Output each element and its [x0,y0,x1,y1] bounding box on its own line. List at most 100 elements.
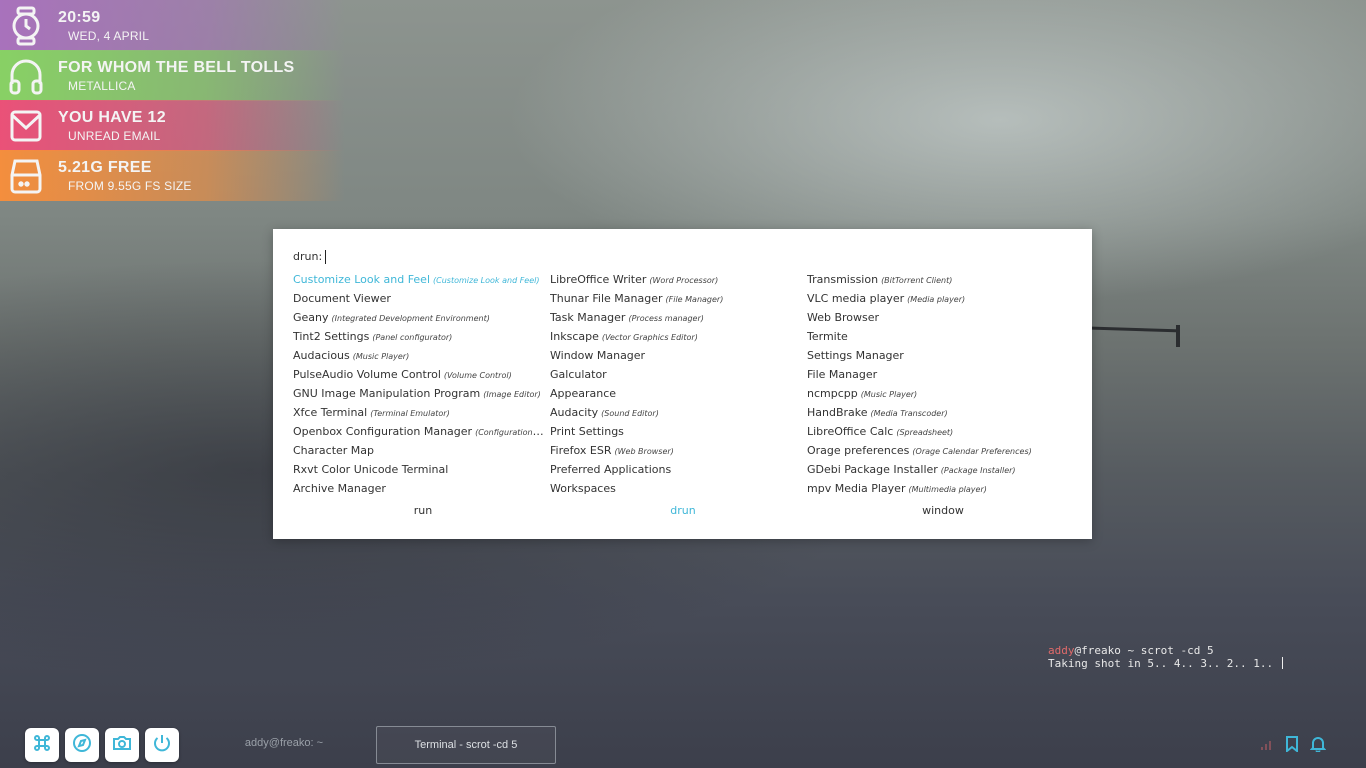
app-name: Customize Look and Feel [293,273,431,286]
app-name: ncmpcpp [807,387,858,400]
app-entry[interactable]: Character Map [293,441,550,460]
app-entry[interactable]: Task Manager (Process manager) [550,308,807,327]
app-entry[interactable]: Transmission (BitTorrent Client) [807,270,1064,289]
app-name: Inkscape [550,330,599,343]
app-entry[interactable]: Termite [807,327,1064,346]
app-comment: (Word Processor) [649,276,719,285]
app-comment: (Sound Editor) [601,409,659,418]
bookmark-icon[interactable] [1283,735,1301,753]
app-comment: (Vector Graphics Editor) [601,333,698,342]
app-entry[interactable]: Orage preferences (Orage Calendar Prefere… [807,441,1064,460]
app-entry[interactable]: Inkscape (Vector Graphics Editor) [550,327,807,346]
hard-drive-icon [0,151,52,201]
app-name: Window Manager [550,349,646,362]
mode-run[interactable]: run [293,501,553,521]
app-entry[interactable]: mpv Media Player (Multimedia player) [807,479,1064,498]
rofi-prompt[interactable]: drun: [293,248,327,266]
app-entry[interactable]: Audacious (Music Player) [293,346,550,365]
app-entry[interactable]: Archive Manager [293,479,550,498]
app-entry[interactable]: GDebi Package Installer (Package Installe… [807,460,1064,479]
command-launcher-button[interactable] [25,728,59,762]
mode-window[interactable]: window [813,501,1073,521]
app-name: Workspaces [550,482,616,495]
signal-icon [1258,735,1276,753]
rofi-launcher: drun: Customize Look and Feel (Customize … [273,229,1092,539]
app-entry[interactable]: Xfce Terminal (Terminal Emulator) [293,403,550,422]
app-entry[interactable]: Document Viewer [293,289,550,308]
app-entry[interactable]: Workspaces [550,479,807,498]
browser-launcher-button[interactable] [65,728,99,762]
app-entry[interactable]: Thunar File Manager (File Manager) [550,289,807,308]
app-comment: (Music Player) [860,390,918,399]
app-column: LibreOffice Writer (Word Processor) Thunar… [550,270,807,498]
app-comment: (File Manager) [665,295,724,304]
mail-label: UNREAD EMAIL [68,128,161,143]
app-comment: (Multimedia player) [908,485,987,494]
app-entry[interactable]: LibreOffice Calc (Spreadsheet) [807,422,1064,441]
app-entry[interactable]: Galculator [550,365,807,384]
taskbar-task-inactive[interactable]: addy@freako: ~ [232,737,336,753]
app-entry[interactable]: LibreOffice Writer (Word Processor) [550,270,807,289]
app-name: VLC media player [807,292,905,305]
app-name: Print Settings [550,425,624,438]
app-entry[interactable]: Audacity (Sound Editor) [550,403,807,422]
app-comment: (Terminal Emulator) [370,409,450,418]
app-entry[interactable]: Firefox ESR (Web Browser) [550,441,807,460]
app-entry[interactable]: ncmpcpp (Music Player) [807,384,1064,403]
app-name: Settings Manager [807,349,904,362]
mail-widget: YOU HAVE 12 UNREAD EMAIL [0,100,345,151]
app-entry[interactable]: Window Manager [550,346,807,365]
app-name: Appearance [550,387,617,400]
mode-drun[interactable]: drun [553,501,813,521]
music-widget: FOR WHOM THE BELL TOLLS METALLICA [0,50,345,101]
app-name: HandBrake [807,406,868,419]
app-comment: (Music Player) [352,352,410,361]
app-column: Customize Look and Feel (Customize Look a… [293,270,550,498]
app-name: Archive Manager [293,482,386,495]
app-entry[interactable]: VLC media player (Media player) [807,289,1064,308]
terminal-output: addy@freako ~ scrot -cd 5 Taking shot in… [1048,644,1283,670]
app-comment: (Spreadsheet) [896,428,954,437]
app-name: mpv Media Player [807,482,906,495]
app-comment: (Image Editor) [483,390,541,399]
app-entry[interactable]: GNU Image Manipulation Program (Image Edi… [293,384,550,403]
app-name: LibreOffice Writer [550,273,647,286]
app-name: Character Map [293,444,375,457]
app-comment: (Orage Calendar Preferences) [912,447,1032,456]
app-entry[interactable]: File Manager [807,365,1064,384]
app-entry[interactable]: Tint2 Settings (Panel configurator) [293,327,550,346]
app-name: Openbox Configuration Manager [293,425,473,438]
app-name: Task Manager [550,311,626,324]
app-entry[interactable]: Geany (Integrated Development Environment… [293,308,550,327]
app-entry[interactable]: Appearance [550,384,807,403]
headphones-icon [0,51,52,101]
app-entry[interactable]: PulseAudio Volume Control (Volume Control… [293,365,550,384]
app-comment: (Web Browser) [614,447,674,456]
app-name: Audacious [293,349,350,362]
app-entry[interactable]: Print Settings [550,422,807,441]
app-name: GDebi Package Installer [807,463,938,476]
screenshot-launcher-button[interactable] [105,728,139,762]
watch-icon [0,1,52,51]
app-name: Termite [807,330,848,343]
app-entry[interactable]: HandBrake (Media Transcoder) [807,403,1064,422]
disk-size: FROM 9.55G FS SIZE [68,178,192,193]
clock-widget: 20:59 WED, 4 APRIL [0,0,345,51]
compass-icon [72,733,92,757]
app-entry[interactable]: Preferred Applications [550,460,807,479]
prompt-label: drun: [293,250,323,263]
app-entry[interactable]: Rxvt Color Unicode Terminal [293,460,550,479]
app-entry[interactable]: Settings Manager [807,346,1064,365]
bell-icon[interactable] [1309,735,1327,753]
app-entry[interactable]: Customize Look and Feel (Customize Look a… [293,270,550,289]
app-name: Tint2 Settings [293,330,370,343]
mail-icon [0,101,52,151]
taskbar-task-active-label: Terminal - scrot -cd 5 [414,739,518,751]
app-comment: (BitTorrent Client) [881,276,953,285]
app-entry[interactable]: Web Browser [807,308,1064,327]
power-launcher-button[interactable] [145,728,179,762]
app-name: Web Browser [807,311,880,324]
taskbar-task-active[interactable]: Terminal - scrot -cd 5 [376,726,556,764]
app-entry[interactable]: Openbox Configuration Manager (Configurat… [293,422,550,441]
app-comment: (Process manager) [628,314,704,323]
